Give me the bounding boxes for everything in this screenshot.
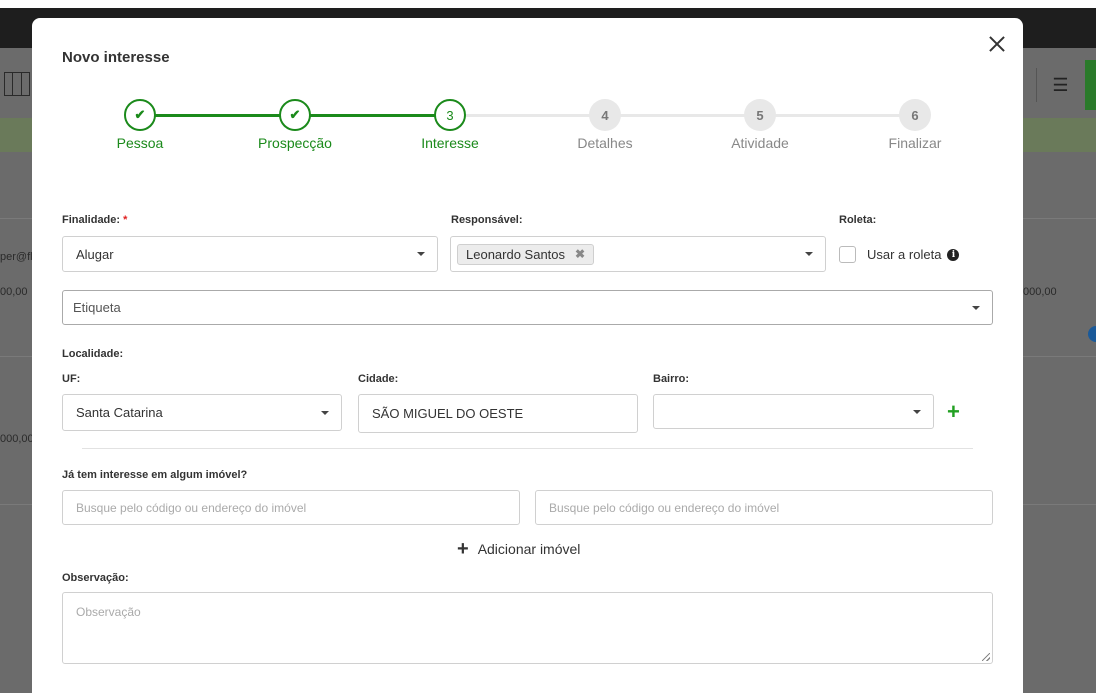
finalidade-label: Finalidade: *: [62, 214, 127, 226]
cidade-label: Cidade:: [358, 373, 399, 385]
step-label: Pessoa: [116, 135, 164, 151]
step-number: 5: [744, 99, 776, 131]
cidade-input[interactable]: SÃO MIGUEL DO OESTE: [358, 394, 638, 433]
required-mark: *: [123, 214, 128, 226]
stepper-remaining-line: [450, 114, 915, 117]
remove-tag-icon[interactable]: ✖: [575, 247, 585, 261]
uf-select[interactable]: Santa Catarina: [62, 394, 342, 431]
chevron-down-icon: [321, 410, 329, 415]
novo-interesse-modal: Novo interesse ✔ Pessoa ✔ Prospecção 3 I…: [32, 18, 1023, 693]
bairro-select[interactable]: [653, 394, 934, 429]
observacao-textarea[interactable]: Observação: [62, 592, 993, 664]
check-icon: ✔: [124, 99, 156, 131]
observacao-label: Observação:: [62, 572, 129, 584]
finalidade-select[interactable]: Alugar: [62, 236, 438, 272]
etiqueta-select[interactable]: Etiqueta: [62, 290, 993, 325]
cidade-value: SÃO MIGUEL DO OESTE: [372, 406, 524, 421]
add-imovel-label: Adicionar imóvel: [477, 541, 581, 557]
chevron-down-icon: [805, 252, 813, 256]
step-number: 3: [434, 99, 466, 131]
info-icon[interactable]: i: [947, 248, 960, 261]
step-label: Interesse: [421, 135, 479, 151]
imovel-search-input-1[interactable]: Busque pelo código ou endereço do imóvel: [62, 490, 520, 525]
step-label: Atividade: [731, 135, 789, 151]
bairro-label: Bairro:: [653, 373, 690, 385]
background-value-text: 000,00: [0, 433, 34, 445]
step-atividade[interactable]: 5 Atividade: [700, 99, 820, 151]
section-divider: [82, 448, 973, 449]
roleta-label: Roleta:: [839, 214, 877, 226]
step-label: Detalhes: [577, 135, 633, 151]
background-value-text: 000,00: [1023, 286, 1057, 298]
chevron-down-icon: [972, 305, 980, 310]
step-number: 4: [589, 99, 621, 131]
close-icon[interactable]: [985, 32, 1009, 56]
filter-icon: ☰: [1036, 68, 1084, 102]
background-green-button: [1085, 60, 1096, 110]
add-bairro-icon[interactable]: +: [947, 401, 960, 423]
localidade-label: Localidade:: [62, 348, 124, 360]
responsavel-select[interactable]: Leonardo Santos ✖: [450, 236, 826, 272]
usar-roleta-label: Usar a roleta i: [867, 247, 960, 262]
responsavel-tag-label: Leonardo Santos: [466, 246, 566, 262]
background-value-text: 00,00: [0, 286, 28, 298]
etiqueta-placeholder: Etiqueta: [73, 300, 121, 315]
check-icon: ✔: [279, 99, 311, 131]
imovel-search-placeholder: Busque pelo código ou endereço do imóvel: [76, 500, 307, 515]
finalidade-label-text: Finalidade:: [62, 214, 121, 226]
step-pessoa[interactable]: ✔ Pessoa: [80, 99, 200, 151]
background-topbar: [0, 0, 1096, 8]
step-detalhes[interactable]: 4 Detalhes: [545, 99, 665, 151]
chevron-down-icon: [913, 409, 921, 414]
step-label: Prospecção: [258, 135, 332, 151]
step-number: 6: [899, 99, 931, 131]
observacao-placeholder: Observação: [76, 605, 141, 619]
uf-label: UF:: [62, 373, 81, 385]
responsavel-tag: Leonardo Santos ✖: [457, 243, 595, 265]
chevron-down-icon: [417, 252, 425, 256]
imovel-search-placeholder: Busque pelo código ou endereço do imóvel: [549, 500, 780, 515]
modal-title: Novo interesse: [62, 49, 170, 66]
columns-icon: [4, 72, 30, 96]
uf-value: Santa Catarina: [76, 405, 163, 420]
add-imovel-button[interactable]: + Adicionar imóvel: [457, 539, 580, 559]
usar-roleta-checkbox[interactable]: [839, 246, 856, 263]
imovel-label: Já tem interesse em algum imóvel?: [62, 469, 248, 481]
step-finalizar[interactable]: 6 Finalizar: [855, 99, 975, 151]
step-prospeccao[interactable]: ✔ Prospecção: [235, 99, 355, 151]
step-interesse[interactable]: 3 Interesse: [390, 99, 510, 151]
plus-icon: +: [457, 538, 469, 560]
finalidade-value: Alugar: [76, 246, 114, 262]
step-label: Finalizar: [888, 135, 942, 151]
usar-roleta-text: Usar a roleta: [867, 247, 942, 262]
responsavel-label: Responsável:: [451, 214, 523, 226]
imovel-search-input-2[interactable]: Busque pelo código ou endereço do imóvel: [535, 490, 993, 525]
resize-handle-icon[interactable]: [982, 653, 990, 661]
